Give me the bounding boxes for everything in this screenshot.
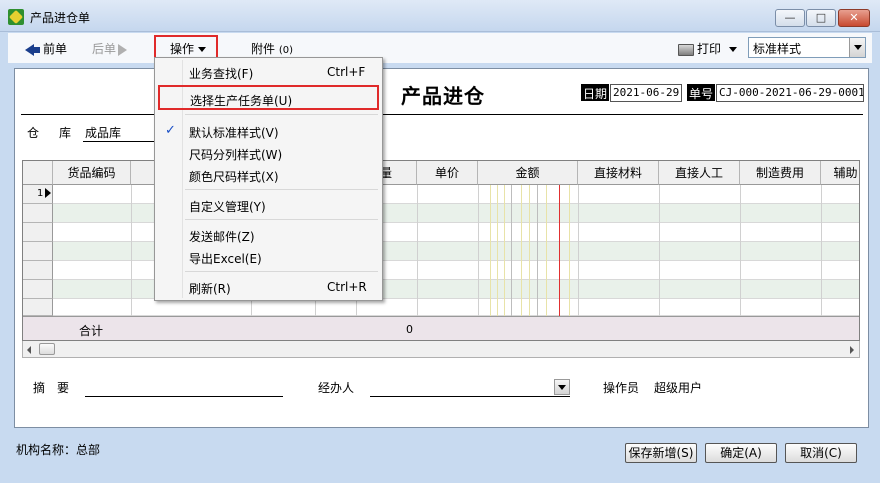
- row-header[interactable]: 1: [23, 185, 53, 204]
- warehouse-label: 仓库: [27, 126, 92, 140]
- form-title: 产品进仓: [401, 84, 485, 108]
- column-header[interactable]: 金额: [478, 161, 578, 185]
- handler-select[interactable]: [370, 378, 570, 397]
- caret-down-icon: [198, 47, 207, 52]
- arrow-right-icon: [118, 43, 128, 56]
- menu-item-select-production-task[interactable]: 选择生产任务单(U): [158, 85, 379, 110]
- operate-menu-button[interactable]: 操作: [154, 35, 218, 59]
- prev-button[interactable]: 前单: [25, 40, 67, 57]
- scroll-right-icon[interactable]: [850, 346, 854, 354]
- table-row[interactable]: [23, 242, 859, 261]
- checkmark-icon: ✓: [165, 123, 176, 138]
- items-table: 货品编码 量 单价 金额 直接材料 直接人工 制造费用 辅助 1 合计 0: [22, 160, 860, 341]
- title-bar: 产品进仓单 — □ ✕: [0, 0, 880, 32]
- menu-separator: [185, 271, 378, 272]
- maximize-icon: □: [815, 11, 827, 24]
- ok-button[interactable]: 确定(A): [705, 443, 777, 463]
- table-row[interactable]: [23, 204, 859, 223]
- minimize-icon: —: [784, 11, 796, 24]
- total-row: 合计 0: [23, 316, 859, 340]
- print-style-select[interactable]: 标准样式: [748, 37, 866, 58]
- table-row[interactable]: [23, 223, 859, 242]
- window-title: 产品进仓单: [30, 11, 91, 25]
- print-button[interactable]: 打印: [678, 40, 738, 57]
- table-row[interactable]: [23, 185, 859, 204]
- scroll-thumb[interactable]: [39, 343, 55, 355]
- scroll-left-icon[interactable]: [27, 346, 31, 354]
- close-icon: ✕: [849, 11, 859, 24]
- doc-no-field[interactable]: CJ-000-2021-06-29-0001: [716, 84, 864, 102]
- printer-icon: [678, 43, 694, 56]
- maximize-button[interactable]: □: [806, 9, 836, 27]
- column-header[interactable]: 货品编码: [53, 161, 131, 185]
- total-label: 合计: [79, 324, 104, 338]
- menu-item-business-search[interactable]: 业务查找(F) Ctrl+F: [157, 61, 380, 83]
- remark-input[interactable]: [85, 396, 283, 397]
- row-header[interactable]: [23, 223, 53, 242]
- column-header[interactable]: 直接人工: [659, 161, 740, 185]
- remark-label: 摘 要: [33, 381, 70, 395]
- date-field[interactable]: 2021-06-29: [610, 84, 682, 102]
- corner-header: [23, 161, 53, 185]
- warehouse-field[interactable]: 成品库: [85, 124, 121, 141]
- arrow-left-icon: [25, 43, 34, 56]
- menu-separator: [185, 189, 378, 190]
- toolbar: 前单 后单 操作 附件 (0) 打印 标准样式: [8, 33, 872, 63]
- menu-item-default-style[interactable]: ✓ 默认标准样式(V): [157, 120, 380, 142]
- row-header[interactable]: [23, 299, 53, 316]
- doc-no-label: 单号: [687, 84, 716, 101]
- menu-item-custom-management[interactable]: 自定义管理(Y): [157, 194, 380, 216]
- menu-separator: [185, 219, 378, 220]
- cancel-button[interactable]: 取消(C): [785, 443, 857, 463]
- caret-down-icon: [729, 47, 738, 52]
- form-panel: 产品进仓 日期 2021-06-29 单号 CJ-000-2021-06-29-…: [14, 68, 869, 428]
- menu-item-color-size-style[interactable]: 颜色尺码样式(X): [157, 164, 380, 186]
- chevron-down-icon[interactable]: [554, 379, 570, 395]
- table-row[interactable]: [23, 299, 859, 316]
- handler-label: 经办人: [318, 381, 355, 395]
- date-label: 日期: [581, 84, 610, 101]
- app-icon: [8, 9, 24, 25]
- chevron-down-icon[interactable]: [849, 38, 865, 57]
- next-button[interactable]: 后单: [92, 40, 128, 57]
- row-pointer-icon: [45, 188, 52, 198]
- total-quantity: 0: [406, 323, 413, 336]
- row-header[interactable]: [23, 204, 53, 223]
- attachment-button[interactable]: 附件 (0): [251, 40, 293, 57]
- minimize-button[interactable]: —: [775, 9, 805, 27]
- save-new-button[interactable]: 保存新增(S): [625, 443, 697, 463]
- horizontal-scrollbar[interactable]: [22, 341, 860, 358]
- operator-value: 超级用户: [654, 381, 703, 395]
- menu-separator: [185, 114, 378, 115]
- organization-label: 机构名称：总部: [16, 443, 101, 457]
- column-header[interactable]: 单价: [417, 161, 478, 185]
- column-header[interactable]: 制造费用: [740, 161, 821, 185]
- menu-item-export-excel[interactable]: 导出Excel(E): [157, 246, 380, 268]
- close-button[interactable]: ✕: [838, 9, 870, 27]
- operate-menu: 业务查找(F) Ctrl+F 选择生产任务单(U) ✓ 默认标准样式(V) 尺码…: [154, 57, 383, 301]
- menu-item-size-column-style[interactable]: 尺码分列样式(W): [157, 142, 380, 164]
- row-header[interactable]: [23, 242, 53, 261]
- menu-item-send-email[interactable]: 发送邮件(Z): [157, 224, 380, 246]
- column-header[interactable]: 辅助: [821, 161, 859, 185]
- divider: [21, 114, 863, 115]
- row-header[interactable]: [23, 280, 53, 299]
- operator-label: 操作员: [603, 381, 640, 395]
- column-header[interactable]: 直接材料: [578, 161, 659, 185]
- menu-item-refresh[interactable]: 刷新(R) Ctrl+R: [157, 276, 380, 298]
- table-row[interactable]: [23, 261, 859, 280]
- row-header[interactable]: [23, 261, 53, 280]
- table-row[interactable]: [23, 280, 859, 299]
